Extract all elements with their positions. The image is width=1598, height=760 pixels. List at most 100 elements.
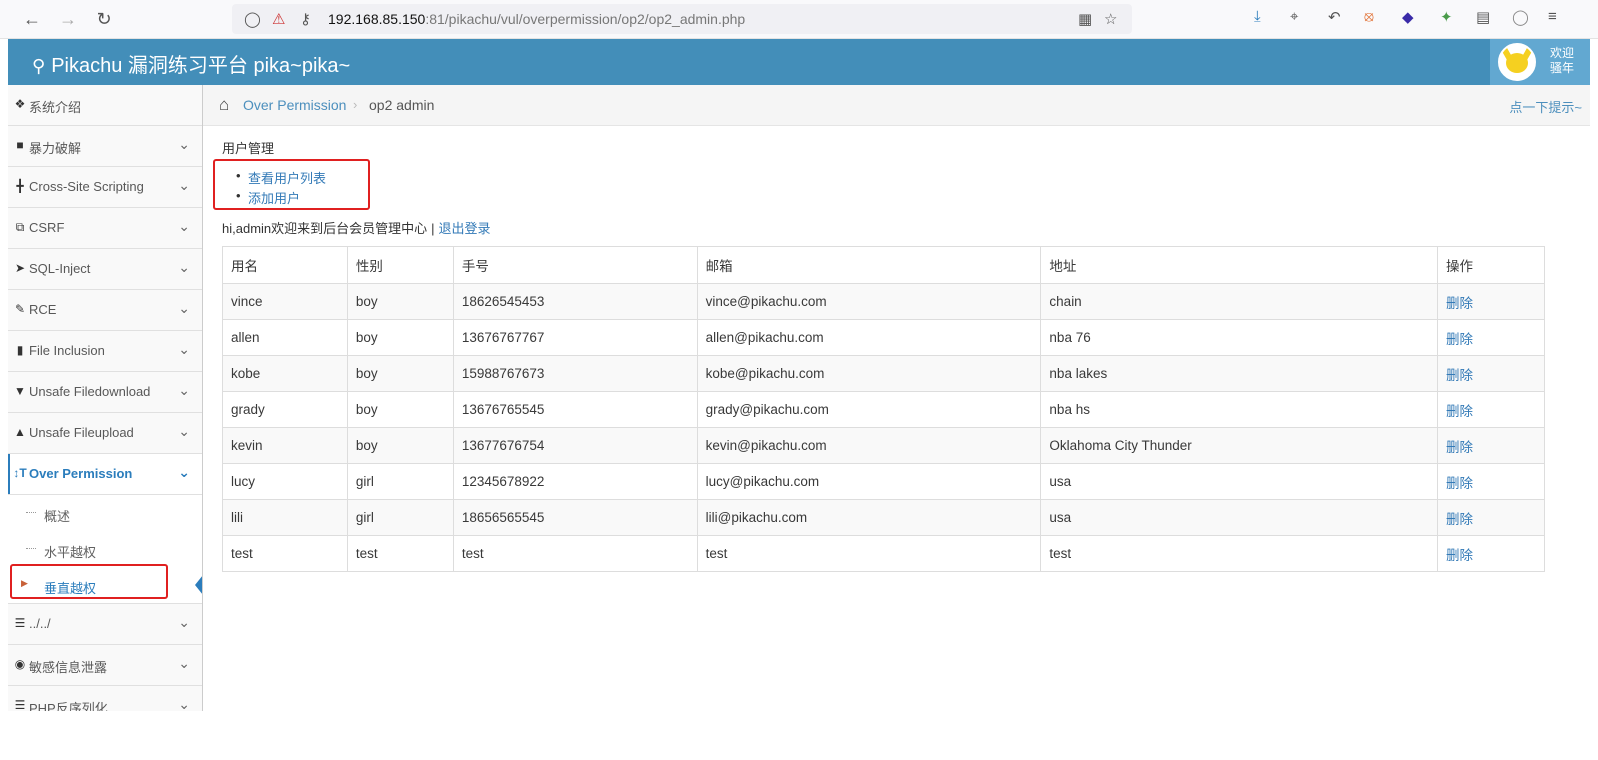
- insecure-lock-icon[interactable]: ⚠: [272, 10, 285, 28]
- highlight-box: [10, 564, 168, 599]
- submenu-item-label: 水平越权: [44, 545, 97, 560]
- cell-phone: test: [452, 535, 698, 572]
- column-header: 手号: [452, 246, 698, 284]
- cell-action: 删除: [1437, 391, 1545, 428]
- sidebar-item-intro[interactable]: ❖ 系统介绍: [8, 85, 202, 126]
- align-left-icon: ☰: [14, 616, 26, 630]
- sidebar-item-file-inclusion[interactable]: ▮ File Inclusion ⌄: [8, 331, 202, 372]
- address-bar[interactable]: ◯ ⚠ ⚷ 192.168.85.150:81/pikachu/vul/over…: [232, 4, 1132, 34]
- sidebar-item-xss[interactable]: ╋ Cross-Site Scripting ⌄: [8, 167, 202, 208]
- xss-icon: ╋: [16, 179, 24, 193]
- highlight-box: [213, 159, 370, 210]
- cell-address: chain: [1040, 283, 1439, 320]
- block-icon[interactable]: ⦻: [1364, 8, 1374, 25]
- undo-icon[interactable]: ↶: [1328, 8, 1341, 26]
- chevron-down-icon: ⌄: [178, 341, 190, 357]
- sidebar-item-label: CSRF: [29, 220, 65, 235]
- delete-link[interactable]: 删除: [1446, 368, 1473, 383]
- cell-username: allen: [222, 319, 348, 356]
- cell-action: 删除: [1437, 499, 1545, 536]
- cell-action: 删除: [1437, 355, 1545, 392]
- cell-sex: boy: [346, 355, 454, 392]
- submenu-item-overview[interactable]: 概述: [8, 495, 202, 531]
- brand-title: Pikachu 漏洞练习平台 pika~pika~: [51, 55, 351, 77]
- home-icon[interactable]: ⌂: [219, 95, 229, 115]
- delete-link[interactable]: 删除: [1446, 296, 1473, 311]
- cell-action: 删除: [1437, 319, 1545, 356]
- chevron-down-icon: ⌄: [178, 464, 190, 480]
- breadcrumb-link[interactable]: Over Permission: [243, 97, 346, 113]
- url-path: :81/pikachu/vul/overpermission/op2/op2_a…: [425, 11, 746, 27]
- delete-link[interactable]: 删除: [1446, 476, 1473, 491]
- table-row: lili girl 18656565545 lili@pikachu.com u…: [222, 499, 1545, 536]
- user-menu[interactable]: 欢迎 骚年: [1490, 39, 1590, 85]
- extension-diamond-icon[interactable]: ◆: [1402, 8, 1414, 26]
- cell-address: nba lakes: [1040, 355, 1439, 392]
- hint-link[interactable]: 点一下提示~: [1509, 97, 1582, 116]
- sidebar-item-filedownload[interactable]: ▼ Unsafe Filedownload ⌄: [8, 372, 202, 413]
- delete-link[interactable]: 删除: [1446, 512, 1473, 527]
- cell-email: allen@pikachu.com: [696, 319, 1042, 356]
- crop-icon[interactable]: ⌖: [1290, 8, 1298, 25]
- sidebar-item-label: Cross-Site Scripting: [29, 179, 144, 194]
- cell-username: lili: [222, 499, 348, 536]
- brand-link[interactable]: ⚲ Pikachu 漏洞练习平台 pika~pika~: [32, 49, 350, 78]
- reload-icon[interactable]: ↻: [92, 7, 116, 31]
- cell-phone: 18656565545: [452, 499, 698, 536]
- cell-phone: 13677676754: [452, 427, 698, 464]
- sidebar-item-label: File Inclusion: [29, 343, 105, 358]
- cell-sex: test: [346, 535, 454, 572]
- chevron-down-icon: ⌄: [178, 218, 190, 234]
- profile-icon[interactable]: ◯: [1512, 8, 1529, 26]
- key-icon[interactable]: ⚷: [300, 10, 311, 28]
- delete-link[interactable]: 删除: [1446, 404, 1473, 419]
- sidebar-item-bruteforce[interactable]: ■ 暴力破解 ⌄: [8, 126, 202, 167]
- logout-link[interactable]: 退出登录: [439, 221, 491, 236]
- text-height-icon: ↕T: [13, 466, 27, 480]
- user-welcome: 欢迎 骚年: [1550, 46, 1574, 76]
- shield-icon[interactable]: ◯: [244, 10, 261, 28]
- table-row: kevin boy 13677676754 kevin@pikachu.com …: [222, 427, 1545, 464]
- chevron-down-icon: ⌄: [178, 696, 190, 711]
- breadcrumb-current: op2 admin: [369, 97, 435, 113]
- cell-action: 删除: [1437, 283, 1545, 320]
- sidebar-item-info-leak[interactable]: ◉ 敏感信息泄露 ⌄: [8, 645, 202, 686]
- extension-leaf-icon[interactable]: ✦: [1440, 8, 1453, 26]
- qr-code-icon[interactable]: ▦: [1078, 10, 1092, 28]
- delete-link[interactable]: 删除: [1446, 548, 1473, 563]
- cell-phone: 18626545453: [452, 283, 698, 320]
- cell-sex: boy: [346, 319, 454, 356]
- back-icon[interactable]: ←: [20, 7, 44, 31]
- sidebar-item-rce[interactable]: ✎ RCE ⌄: [8, 290, 202, 331]
- sidebar-item-dir-traversal[interactable]: ☰ ../../ ⌄: [8, 604, 202, 645]
- chevron-down-icon: ⌄: [178, 259, 190, 275]
- cell-sex: girl: [346, 499, 454, 536]
- table-header-row: 用名 性别 手号 邮箱 地址 操作: [222, 246, 1545, 284]
- table-row: allen boy 13676767767 allen@pikachu.com …: [222, 319, 1545, 356]
- sidebar-item-fileupload[interactable]: ▲ Unsafe Fileupload ⌄: [8, 413, 202, 454]
- lock-icon: ■: [16, 138, 24, 152]
- forward-icon[interactable]: →: [56, 7, 80, 31]
- download-icon[interactable]: ⤓: [1254, 8, 1261, 25]
- chevron-down-icon: ⌄: [178, 300, 190, 316]
- download-circle-icon: ▼: [14, 384, 26, 398]
- clipboard-icon[interactable]: ▤: [1476, 8, 1490, 26]
- cell-email: kobe@pikachu.com: [696, 355, 1042, 392]
- chevron-down-icon: ⌄: [178, 382, 190, 398]
- delete-link[interactable]: 删除: [1446, 332, 1473, 347]
- cell-email: lili@pikachu.com: [696, 499, 1042, 536]
- cell-email: lucy@pikachu.com: [696, 463, 1042, 500]
- submenu-item-horizontal[interactable]: 水平越权: [8, 531, 202, 567]
- sidebar-item-php-unserialize[interactable]: ☰ PHP反序列化 ⌄: [8, 686, 202, 711]
- sidebar-item-csrf[interactable]: ⧉ CSRF ⌄: [8, 208, 202, 249]
- url-text[interactable]: 192.168.85.150:81/pikachu/vul/overpermis…: [328, 11, 745, 27]
- delete-link[interactable]: 删除: [1446, 440, 1473, 455]
- welcome-line-2: 骚年: [1550, 61, 1575, 75]
- sidebar-item-label: RCE: [29, 302, 57, 317]
- sidebar-item-label: 暴力破解: [29, 141, 82, 156]
- bookmark-star-icon[interactable]: ☆: [1104, 10, 1117, 28]
- menu-icon[interactable]: ≡: [1548, 8, 1557, 25]
- sidebar-item-over-permission[interactable]: ↕T Over Permission ⌄: [8, 454, 202, 495]
- cell-address: nba hs: [1040, 391, 1439, 428]
- sidebar-item-sqli[interactable]: ➤ SQL-Inject ⌄: [8, 249, 202, 290]
